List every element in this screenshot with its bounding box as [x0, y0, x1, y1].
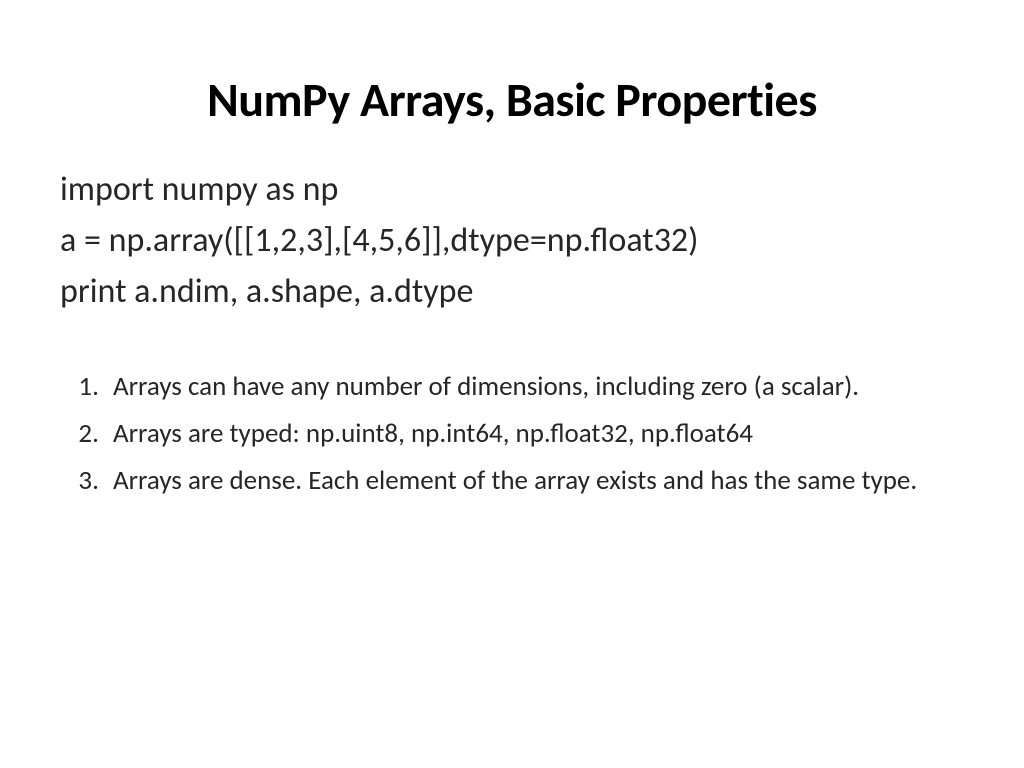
code-line-1: import numpy as np [60, 164, 964, 215]
code-block: import numpy as np a = np.array([[1,2,3]… [60, 164, 964, 317]
list-item: Arrays are typed: np.uint8, np.int64, np… [105, 414, 964, 453]
list-item: Arrays can have any number of dimensions… [105, 367, 964, 406]
properties-list: Arrays can have any number of dimensions… [60, 367, 964, 500]
code-line-3: print a.ndim, a.shape, a.dtype [60, 266, 964, 317]
list-item: Arrays are dense. Each element of the ar… [105, 461, 964, 500]
code-line-2: a = np.array([[1,2,3],[4,5,6]],dtype=np.… [60, 215, 964, 266]
slide-title: NumPy Arrays, Basic Properties [60, 70, 964, 129]
